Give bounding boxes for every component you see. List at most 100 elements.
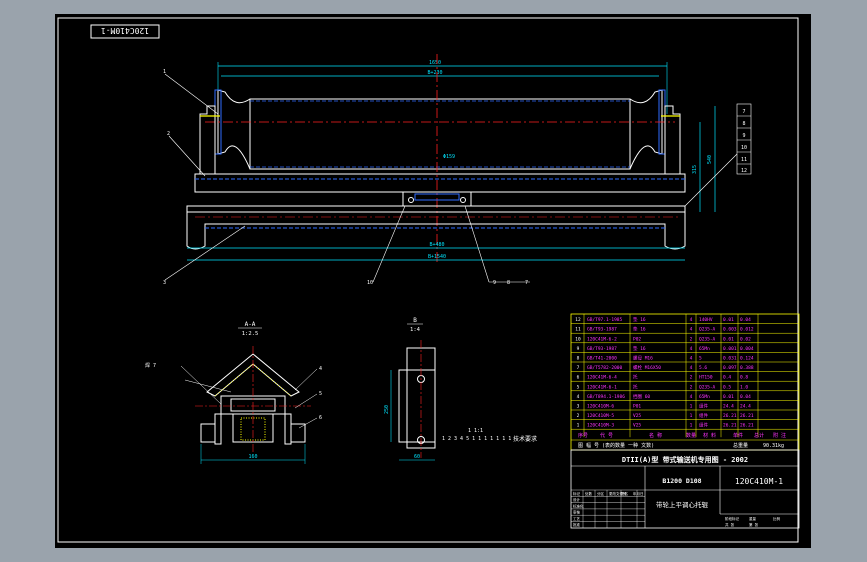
bom-cell-qty: 2 (690, 336, 693, 342)
bom-cell-mat: Q235-A (699, 327, 716, 333)
bom-cell-mat: Q235-A (699, 384, 716, 390)
bom-cell-unit: 0.031 (723, 356, 737, 362)
bom-cell-code: 120C410M-5 (587, 413, 614, 419)
bom-cell-qty: 1 (690, 413, 693, 419)
drawing-canvas: 120C410M-1 1650 B+230 Φ159 B+480 B+1540 … (57, 17, 800, 543)
bom-cell-code: 120C410M-3 (587, 423, 614, 429)
bom-cell-no: 10 (575, 336, 581, 342)
bom-cell-name: 托 (633, 383, 638, 390)
balloon-10: 10 (741, 145, 747, 151)
section-aa-title: A-A (245, 321, 256, 328)
bom-cell-total: 26.21 (740, 423, 754, 429)
plate-dim-width: 60 (414, 454, 420, 460)
left-foot (200, 423, 216, 443)
balloon-1: 1 (163, 69, 166, 75)
bom-cell-mat: 65Mn (699, 346, 710, 352)
dim-top-outer: 1650 (429, 60, 441, 66)
tb-grid-label: 标准化 (573, 503, 584, 508)
bom-cell-no: 5 (577, 384, 580, 390)
bom-weight-value: 90.31kg (763, 443, 784, 449)
bom-cell-name: V25 (633, 423, 641, 429)
tb-grid-label: 标记 (573, 491, 581, 496)
bom-header-code: 代 号 (600, 432, 613, 439)
section-aa-scale: 1:2.5 (242, 331, 259, 337)
bom-cell-code: GB/T5782-2000 (587, 365, 623, 371)
bom-cell-unit: 0.001 (723, 346, 737, 352)
tech-note: 1 1:1 1 2 3 4 5 1 1 1 1 1 1 1 技术要求 (442, 428, 537, 443)
bom-rows: 12 GB/T97.1-1985 垫 16 4 140HV 0.01 0.0411 GB/T9… (571, 314, 799, 438)
dim-right-2: 315 (692, 165, 698, 174)
bom-cell-total: 0.004 (740, 346, 754, 352)
part-name: 带轮上平调心托辊 (656, 500, 709, 509)
bom-cell-mat: Q235-A (699, 336, 716, 342)
bom-cell-qty: 4 (690, 327, 693, 333)
dim-center: Φ159 (443, 154, 455, 160)
bom-header-mat: 材 料 (703, 432, 716, 439)
bom-cell-code: GB/T41-2000 (587, 356, 617, 362)
bom-weight-label: 总重量 (733, 442, 748, 449)
roller-left-end (217, 89, 251, 170)
tb-grid-label: 批准 (573, 522, 581, 527)
bom-cell-mat: 65Mn (699, 394, 710, 400)
bom-cell-code: GB/T93-1987 (587, 327, 617, 333)
bom-cell-qty: 4 (690, 365, 693, 371)
tb-grid-label: 第 张 (749, 522, 759, 527)
bom-cell-code: 120C41M-6-4 (587, 375, 617, 381)
pivot-bolt (460, 197, 466, 203)
bom-cell-qty: 4 (690, 346, 693, 352)
tb-grid-label: 年月日 (633, 491, 644, 496)
bom-header-unit: 单件 (733, 432, 743, 439)
bom-header-name: 名 称 (649, 432, 662, 439)
title-block-grid: 标记 处数 分区 更改文件号签名 年月日设计标准化审核工艺批准阶段标记 重量 比例共 张第 … (571, 489, 781, 528)
balloon-3: 3 (163, 280, 166, 286)
bom-cell-total: 24.4 (740, 404, 751, 410)
bom-cell-code: 120C410M-6 (587, 404, 614, 410)
bom-cell-qty: 2 (690, 375, 693, 381)
tb-grid-label: 设计 (573, 497, 581, 502)
bom-cell-total: 1.0 (740, 384, 748, 390)
bom-cell-no: 2 (577, 413, 580, 419)
bom-cell-name: P02 (633, 336, 641, 342)
upper-frame (194, 173, 686, 193)
balloon-bottom-10: 10 (367, 280, 373, 286)
bom-cell-name: 垫 16 (633, 345, 646, 352)
tb-grid-label: 比例 (773, 516, 781, 521)
callout-6: 6 (319, 415, 322, 421)
bom-cell-name: 螺母 M16 (633, 355, 653, 362)
bom-cell-no: 3 (577, 404, 580, 410)
bom-cell-mat: 5.6 (699, 365, 707, 371)
callout-4: 4 (319, 366, 322, 372)
tb-grid-label: 处数 (585, 491, 593, 496)
bom-cell-name: 螺栓 M16X50 (633, 364, 661, 371)
roller-tube (249, 98, 631, 170)
bom-cell-no: 12 (575, 317, 581, 323)
balloon-2: 2 (167, 131, 170, 137)
balloon-bottom-9: 9 (493, 280, 496, 286)
plate-body (398, 369, 436, 443)
bom-cell-qty: 4 (690, 317, 693, 323)
bom-cell-no: 8 (577, 356, 580, 362)
bom-cell-unit: 0.003 (723, 327, 737, 333)
tb-grid-label: 审核 (573, 510, 581, 515)
bom-cell-name: 垫 16 (633, 316, 646, 323)
bom-cell-qty: 4 (690, 356, 693, 362)
leader (164, 73, 219, 115)
tb-grid-label: 签名 (621, 491, 628, 496)
leader (464, 205, 490, 283)
leader (372, 205, 406, 283)
bom-cell-qty: 4 (690, 394, 693, 400)
bom-cell-no: 9 (577, 346, 580, 352)
bom-cell-total: 0.02 (740, 336, 751, 342)
bom-cell-unit: 0.01 (723, 394, 734, 400)
tb-grid-label: 重量 (749, 516, 757, 521)
tech-note-line1: 1 1:1 (468, 428, 483, 434)
section-aa-dim: 160 (248, 454, 257, 460)
balloon-bottom-8: 8 (507, 280, 510, 286)
balloon-7: 7 (742, 109, 745, 115)
drawing-sheet: 120C410M-1 1650 B+230 Φ159 B+480 B+1540 … (55, 14, 811, 548)
tb-grid-label: 工艺 (573, 516, 581, 521)
bom-table: 12 GB/T97.1-1985 垫 16 4 140HV 0.01 0.0411 GB/T9… (570, 313, 800, 451)
weld-note: 焊 7 (145, 362, 156, 369)
pivot-bolt (408, 197, 414, 203)
bom-cell-total: 0.8 (740, 375, 748, 381)
